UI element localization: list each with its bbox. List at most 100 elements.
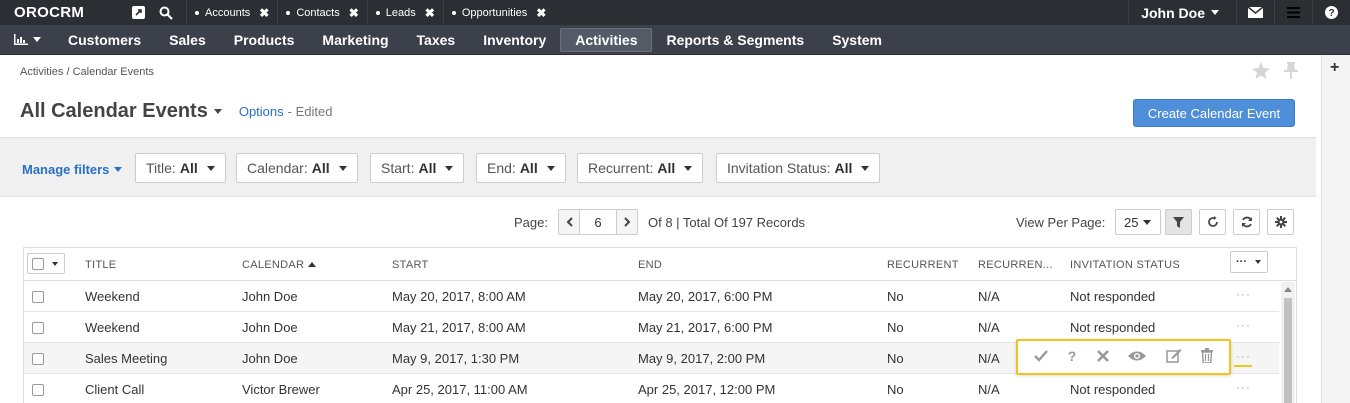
column-header-recurrent[interactable]: Recurrent [887,259,959,271]
page-title[interactable]: All Calendar Events [20,100,208,123]
filter-recurrent[interactable]: Recurrent: All [577,153,704,183]
create-calendar-event-button[interactable]: Create Calendar Event [1133,99,1295,127]
cell-recurrent: No [887,320,904,335]
nav-inventory[interactable]: Inventory [469,28,560,52]
question-icon[interactable]: ? [1067,348,1077,366]
nav-customers[interactable]: Customers [54,28,155,52]
chevron-down-icon [861,165,870,171]
close-icon[interactable]: ✖ [349,6,359,20]
close-icon[interactable] [1096,349,1109,365]
cell-title: Client Call [85,382,145,397]
view-per-page-label: View Per Page: [1016,215,1106,230]
filter-value: All [179,160,198,176]
filter-toggle-button[interactable] [1165,209,1192,235]
cell-title: Weekend [85,320,140,335]
user-menu[interactable]: John Doe [1128,0,1236,25]
nav-marketing[interactable]: Marketing [308,28,402,52]
options-link[interactable]: Options [239,104,284,119]
reset-button[interactable] [1199,209,1226,235]
filter-value: All [519,160,538,176]
close-icon[interactable]: ✖ [536,6,546,20]
pinned-tab-leads[interactable]: Leads ✖ [366,0,443,25]
chevron-down-icon [546,165,555,171]
filter-name: Calendar: [247,160,308,176]
filter-start[interactable]: Start: All [370,153,465,183]
chevron-down-icon [32,37,41,42]
chevron-down-icon [1211,10,1219,15]
app-logo[interactable]: OROCRM [0,0,124,25]
top-bar-right: John Doe ? [1128,0,1350,25]
chevron-left-icon [566,217,573,227]
grid-settings-button[interactable] [1267,209,1294,235]
search-icon[interactable] [152,0,180,25]
close-icon[interactable]: ✖ [425,6,435,20]
cell-invitation-status: Not responded [1070,289,1156,304]
refresh-button[interactable] [1233,209,1260,235]
per-page-select[interactable]: 25 [1115,209,1161,235]
page-number-input[interactable]: 6 [579,210,617,234]
nav-taxes[interactable]: Taxes [403,28,470,52]
filter-calendar[interactable]: Calendar: All [236,153,358,183]
row-actions-icon[interactable]: ··· [1236,287,1251,301]
nav-reports-segments[interactable]: Reports & Segments [652,28,818,52]
check-icon[interactable] [1033,349,1048,365]
page-header: All Calendar Events Options - Edited [20,100,332,123]
menu-icon[interactable] [1274,0,1312,25]
next-page-button[interactable] [617,210,637,234]
scroll-up-arrow-icon[interactable] [1284,287,1292,292]
nav-products[interactable]: Products [220,28,309,52]
select-all-checkbox[interactable] [32,257,44,270]
row-actions-icon[interactable]: ··· [1236,349,1251,363]
pinned-tab-accounts[interactable]: Accounts ✖ [186,0,277,25]
filter-end[interactable]: End: All [476,153,566,183]
row-checkbox[interactable] [32,384,44,396]
row-checkbox[interactable] [32,322,44,334]
cell-end: May 20, 2017, 6:00 PM [638,289,773,304]
prev-page-button[interactable] [559,210,579,234]
manage-filters-button[interactable]: Manage filters [22,162,123,177]
chevron-down-icon [114,167,123,172]
filter-invitation-status[interactable]: Invitation Status: All [716,153,881,183]
pinned-tab-opportunities[interactable]: Opportunities ✖ [442,0,555,25]
filter-name: Start: [381,160,415,176]
grid-header: Title Calendar Start End Recurrent Recur… [24,248,1296,281]
chevron-down-icon[interactable] [213,109,222,114]
column-header-title[interactable]: Title [85,259,116,271]
filter-title[interactable]: Title: All [135,153,226,183]
cell-end: Apr 25, 2017, 12:00 PM [638,382,776,397]
row-checkbox[interactable] [32,291,44,303]
cell-title: Weekend [85,289,140,304]
eye-icon[interactable] [1128,350,1147,365]
mass-select-dropdown[interactable] [27,253,65,274]
pin-icon[interactable] [1284,62,1298,82]
plus-icon[interactable]: + [1330,59,1339,77]
main-navigation: Customers Sales Products Marketing Taxes… [0,25,1350,55]
pinned-tab-contacts[interactable]: Contacts ✖ [277,0,366,25]
column-header-start[interactable]: Start [392,259,429,271]
nav-activities[interactable]: Activities [560,27,653,52]
edit-icon[interactable] [1166,348,1182,366]
row-actions-icon[interactable]: ··· [1236,380,1251,394]
scroll-thumb[interactable] [1284,298,1292,403]
grid-scrollbar[interactable] [1281,282,1295,403]
grid-actions-dropdown[interactable]: ··· [1230,251,1268,273]
nav-sales[interactable]: Sales [155,28,220,52]
table-row[interactable]: Weekend John Doe May 20, 2017, 8:00 AM M… [24,281,1279,312]
help-icon[interactable]: ? [1312,0,1350,25]
cell-calendar: John Doe [242,320,298,335]
column-header-calendar[interactable]: Calendar [242,259,317,271]
mail-icon[interactable] [1236,0,1274,25]
table-row[interactable]: Client Call Victor Brewer Apr 25, 2017, … [24,374,1279,403]
row-checkbox[interactable] [32,353,44,365]
column-header-recurrence[interactable]: Recurren... [978,259,1053,271]
page-label: Page: [514,215,548,230]
dashboard-menu[interactable] [0,25,54,55]
share-icon[interactable] [124,0,152,25]
close-icon[interactable]: ✖ [259,6,269,20]
star-icon[interactable] [1252,62,1270,82]
row-actions-icon[interactable]: ··· [1236,318,1251,332]
trash-icon[interactable] [1201,348,1214,366]
nav-system[interactable]: System [818,28,896,52]
column-header-end[interactable]: End [638,259,662,271]
column-header-invitation-status[interactable]: Invitation Status [1070,259,1180,271]
